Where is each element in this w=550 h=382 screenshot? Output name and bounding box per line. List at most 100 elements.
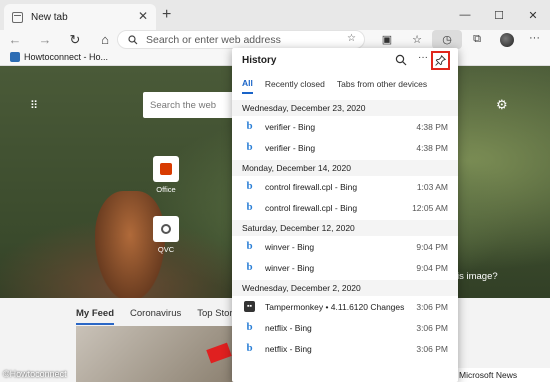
history-item[interactable]: b netflix - Bing 3:06 PM <box>232 338 458 359</box>
history-panel: History ··· All Recently closed Tabs fro… <box>232 48 458 382</box>
close-icon[interactable]: ✕ <box>516 0 550 30</box>
back-icon[interactable]: ← <box>0 30 30 49</box>
forward-icon[interactable]: → <box>30 30 60 49</box>
settings-more-icon[interactable]: ··· <box>529 32 540 44</box>
maximize-icon[interactable]: ☐ <box>482 0 516 30</box>
refresh-icon[interactable]: ↻ <box>60 30 90 49</box>
tampermonkey-icon: ▪▪ <box>244 301 255 312</box>
history-item-title: winver - Bing <box>265 241 315 252</box>
address-bar[interactable]: Search or enter web address ☆ <box>117 30 365 49</box>
address-placeholder: Search or enter web address <box>146 33 281 46</box>
history-item[interactable]: b control firewall.cpl - Bing 12:05 AM <box>232 197 458 218</box>
history-title: History <box>242 55 277 66</box>
image-info-link[interactable]: is image? <box>457 271 498 282</box>
microsoft-news-button[interactable]: Microsoft News <box>454 368 550 382</box>
minimize-icon[interactable]: — <box>448 0 482 30</box>
history-item[interactable]: b verifier - Bing 4:38 PM <box>232 116 458 137</box>
history-item[interactable]: ▪▪ Tampermonkey • 4.11.6120 Changes 3:06… <box>232 296 458 317</box>
history-item-title: control firewall.cpl - Bing <box>265 181 358 192</box>
profile-button[interactable] <box>492 30 522 49</box>
feed-tab-my-feed[interactable]: My Feed <box>76 308 115 325</box>
extension-icon[interactable]: ▣ <box>372 30 402 49</box>
pin-history-button[interactable] <box>431 51 450 70</box>
bing-icon: b <box>246 240 253 252</box>
history-item-time: 9:04 PM <box>416 262 448 273</box>
quick-link-qvc[interactable]: QVC <box>146 216 186 254</box>
history-item[interactable]: b winver - Bing 9:04 PM <box>232 236 458 257</box>
tile-label: Office <box>156 185 176 194</box>
web-search-input[interactable]: Search the web <box>143 92 238 118</box>
feed-tabs: My Feed Coronavirus Top Stor <box>76 308 233 325</box>
history-item-title: winver - Bing <box>265 262 315 273</box>
bookmark-favicon <box>10 52 20 62</box>
history-item-title: verifier - Bing <box>265 142 316 153</box>
bookmark-item[interactable]: Howtoconnect - Ho... <box>24 52 108 62</box>
history-item-time: 4:38 PM <box>416 121 448 132</box>
history-date-header: Wednesday, December 23, 2020 <box>232 100 458 116</box>
history-item-time: 3:06 PM <box>416 343 448 354</box>
collections-icon[interactable]: ⧉ <box>462 30 492 49</box>
history-list: Wednesday, December 23, 2020 b verifier … <box>232 100 458 359</box>
tab-recently-closed[interactable]: Recently closed <box>265 79 325 93</box>
tab-close-icon[interactable]: ✕ <box>138 9 148 23</box>
history-item-time: 1:03 AM <box>416 181 448 192</box>
web-search-placeholder: Search the web <box>150 99 217 111</box>
page-settings-icon[interactable]: ⚙ <box>496 97 508 113</box>
bing-icon: b <box>246 120 253 132</box>
bing-icon: b <box>246 261 253 273</box>
window-controls: — ☐ ✕ <box>448 0 550 30</box>
bing-icon: b <box>246 201 253 213</box>
title-bar: New tab ✕ + — ☐ ✕ <box>0 0 550 30</box>
qvc-icon <box>161 224 171 234</box>
history-date-header: Monday, December 14, 2020 <box>232 160 458 176</box>
microsoft-news-label: Microsoft News <box>459 370 518 380</box>
history-item[interactable]: b verifier - Bing 4:38 PM <box>232 137 458 158</box>
history-icon[interactable]: ◷ <box>432 30 462 49</box>
app-launcher-icon[interactable]: ⠿ <box>30 99 39 112</box>
page-icon <box>12 11 23 23</box>
tab-title: New tab <box>31 11 68 23</box>
avatar <box>500 32 514 47</box>
history-tabs: All Recently closed Tabs from other devi… <box>232 73 458 98</box>
history-date-header: Wednesday, December 2, 2020 <box>232 280 458 296</box>
qvc-tile-icon <box>153 216 179 242</box>
pin-icon <box>435 55 446 66</box>
history-item-title: verifier - Bing <box>265 121 316 132</box>
tab-new-tab[interactable]: New tab ✕ <box>4 4 156 30</box>
feed-tab-top-stories[interactable]: Top Stor <box>197 308 232 325</box>
history-item-title: Tampermonkey • 4.11.6120 Changes <box>265 301 405 312</box>
history-item-time: 4:38 PM <box>416 142 448 153</box>
home-icon[interactable]: ⌂ <box>90 30 120 49</box>
add-favorite-icon[interactable]: ☆ <box>347 33 356 44</box>
feed-tab-coronavirus[interactable]: Coronavirus <box>130 308 181 325</box>
quick-link-office[interactable]: Office <box>146 156 186 194</box>
history-item-time: 12:05 AM <box>412 202 448 213</box>
bing-icon: b <box>246 321 253 333</box>
office-tile-icon <box>153 156 179 182</box>
tile-label: QVC <box>157 245 175 254</box>
tab-other-devices[interactable]: Tabs from other devices <box>337 79 427 93</box>
history-item-time: 3:06 PM <box>416 322 448 333</box>
favorites-icon[interactable]: ☆ <box>402 30 432 49</box>
office-icon <box>160 163 172 175</box>
history-date-header: Saturday, December 12, 2020 <box>232 220 458 236</box>
history-header: History ··· <box>232 48 458 73</box>
navigation-bar: ← → ↻ ⌂ Search or enter web address ☆ ▣ … <box>0 30 550 49</box>
history-item-title: netflix - Bing <box>265 322 312 333</box>
search-icon <box>128 34 138 44</box>
tab-all[interactable]: All <box>242 78 253 94</box>
history-item[interactable]: b winver - Bing 9:04 PM <box>232 257 458 278</box>
history-item-title: control firewall.cpl - Bing <box>265 202 358 213</box>
history-search-icon[interactable] <box>395 54 407 66</box>
watermark: ©Howtoconnect <box>3 369 67 379</box>
history-item-time: 9:04 PM <box>416 241 448 252</box>
toolbar: ▣ ☆ ◷ ⧉ <box>372 30 522 49</box>
history-more-icon[interactable]: ··· <box>418 52 428 63</box>
history-item-time: 3:06 PM <box>416 301 448 312</box>
history-item[interactable]: b control firewall.cpl - Bing 1:03 AM <box>232 176 458 197</box>
new-tab-icon[interactable]: + <box>162 6 171 24</box>
history-item-title: netflix - Bing <box>265 343 312 354</box>
history-item[interactable]: b netflix - Bing 3:06 PM <box>232 317 458 338</box>
bing-icon: b <box>246 342 253 354</box>
bing-icon: b <box>246 180 253 192</box>
